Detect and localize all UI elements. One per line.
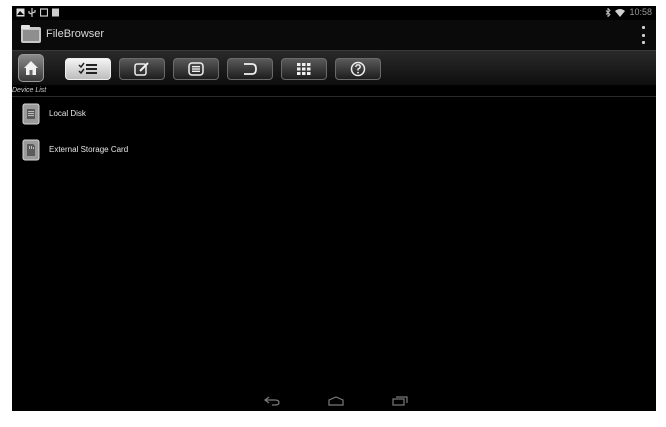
edit-icon bbox=[134, 62, 149, 76]
list-view-button[interactable] bbox=[173, 58, 219, 80]
list-icon bbox=[188, 62, 204, 76]
home-icon bbox=[24, 61, 38, 75]
checklist-icon bbox=[78, 62, 97, 75]
device-label: External Storage Card bbox=[49, 145, 129, 154]
device-list-header: Device List bbox=[12, 87, 47, 94]
wifi-icon bbox=[615, 8, 626, 17]
notification-device-icon bbox=[40, 8, 48, 17]
back-icon[interactable] bbox=[264, 396, 280, 406]
bluetooth-icon bbox=[606, 7, 612, 17]
help-button[interactable] bbox=[335, 58, 381, 80]
device-label: Local Disk bbox=[49, 109, 86, 118]
undo-button[interactable] bbox=[227, 58, 273, 80]
grid-icon bbox=[297, 63, 311, 75]
app-title: FileBrowser bbox=[46, 28, 105, 40]
home-button[interactable] bbox=[18, 54, 44, 82]
notification-sd-icon bbox=[52, 8, 59, 17]
notification-usb-icon bbox=[28, 8, 36, 17]
select-button[interactable] bbox=[65, 58, 111, 80]
sd-card-icon bbox=[22, 139, 40, 161]
status-bar-right: 10:58 bbox=[605, 7, 652, 17]
recents-icon[interactable] bbox=[392, 396, 408, 406]
status-time: 10:58 bbox=[629, 7, 652, 17]
status-bar: 10:58 bbox=[12, 6, 656, 20]
edit-button[interactable] bbox=[119, 58, 165, 80]
home-nav-icon[interactable] bbox=[328, 396, 344, 406]
navigation-bar bbox=[12, 392, 656, 411]
disk-icon bbox=[22, 103, 40, 125]
overflow-menu-icon[interactable] bbox=[640, 26, 646, 44]
grid-view-button[interactable] bbox=[281, 58, 327, 80]
action-bar: FileBrowser bbox=[12, 20, 656, 50]
divider bbox=[12, 96, 656, 97]
folder-icon[interactable] bbox=[20, 24, 42, 44]
toolbar bbox=[12, 50, 656, 85]
android-screen: 10:58 FileBrowser Device List Local Disk… bbox=[12, 6, 656, 411]
device-item-local-disk[interactable]: Local Disk bbox=[12, 101, 656, 129]
notification-image-icon bbox=[16, 8, 25, 17]
help-icon bbox=[350, 61, 366, 77]
device-item-external-storage[interactable]: External Storage Card bbox=[12, 137, 656, 165]
undo-icon bbox=[244, 63, 257, 75]
